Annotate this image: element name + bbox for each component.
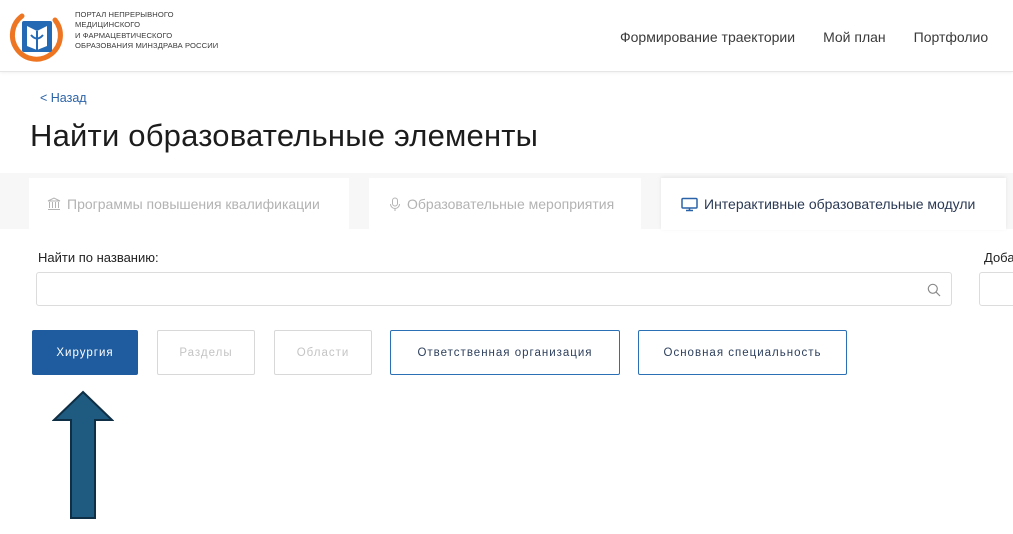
search-icon[interactable] bbox=[927, 283, 941, 297]
filter-surgery-button[interactable]: Хирургия bbox=[32, 330, 138, 375]
main-nav: Формирование траектории Мой план Портфол… bbox=[620, 29, 988, 45]
up-arrow-annotation-icon bbox=[52, 390, 114, 519]
filter-sections-button[interactable]: Разделы bbox=[157, 330, 255, 375]
bank-icon bbox=[47, 197, 61, 210]
logo-line: И ФАРМАЦЕВТИЧЕСКОГО bbox=[75, 30, 173, 40]
nav-portfolio[interactable]: Портфолио bbox=[914, 29, 989, 45]
nav-my-plan[interactable]: Мой план bbox=[823, 29, 886, 45]
top-header: ПОРТАЛ НЕПРЕРЫВНОГО МЕДИЦИНСКОГО И ФАРМА… bbox=[0, 0, 1013, 72]
tab-programs[interactable]: Программы повышения квалификации bbox=[29, 178, 349, 230]
portal-logo-icon[interactable] bbox=[8, 6, 64, 64]
logo-line: ОБРАЗОВАНИЯ МИНЗДРАВА РОССИИ bbox=[75, 40, 219, 50]
search-label: Найти по названию: bbox=[38, 250, 159, 265]
logo-line: ПОРТАЛ НЕПРЕРЫВНОГО bbox=[75, 10, 174, 19]
tab-events[interactable]: Образовательные мероприятия bbox=[369, 178, 641, 230]
page-title: Найти образовательные элементы bbox=[30, 118, 539, 153]
monitor-icon bbox=[681, 197, 698, 211]
microphone-icon bbox=[390, 197, 400, 211]
back-link[interactable]: < Назад bbox=[40, 91, 87, 105]
second-filter-input[interactable] bbox=[979, 272, 1013, 306]
logo-line: МЕДИЦИНСКОГО bbox=[75, 20, 141, 30]
portal-logo-text: ПОРТАЛ НЕПРЕРЫВНОГО МЕДИЦИНСКОГО И ФАРМА… bbox=[75, 10, 218, 51]
second-filter-label: Доба bbox=[984, 250, 1013, 265]
tab-interactive-modules[interactable]: Интерактивные образовательные модули bbox=[661, 178, 1006, 230]
tab-label: Программы повышения квалификации bbox=[67, 196, 320, 212]
search-input[interactable] bbox=[45, 279, 905, 299]
search-field[interactable] bbox=[36, 272, 952, 306]
filter-areas-button[interactable]: Области bbox=[274, 330, 372, 375]
tab-label: Интерактивные образовательные модули bbox=[704, 196, 976, 212]
filter-organization-button[interactable]: Ответственная организация bbox=[390, 330, 620, 375]
filter-specialty-button[interactable]: Основная специальность bbox=[638, 330, 847, 375]
nav-trajectory[interactable]: Формирование траектории bbox=[620, 29, 795, 45]
tab-label: Образовательные мероприятия bbox=[407, 196, 615, 212]
